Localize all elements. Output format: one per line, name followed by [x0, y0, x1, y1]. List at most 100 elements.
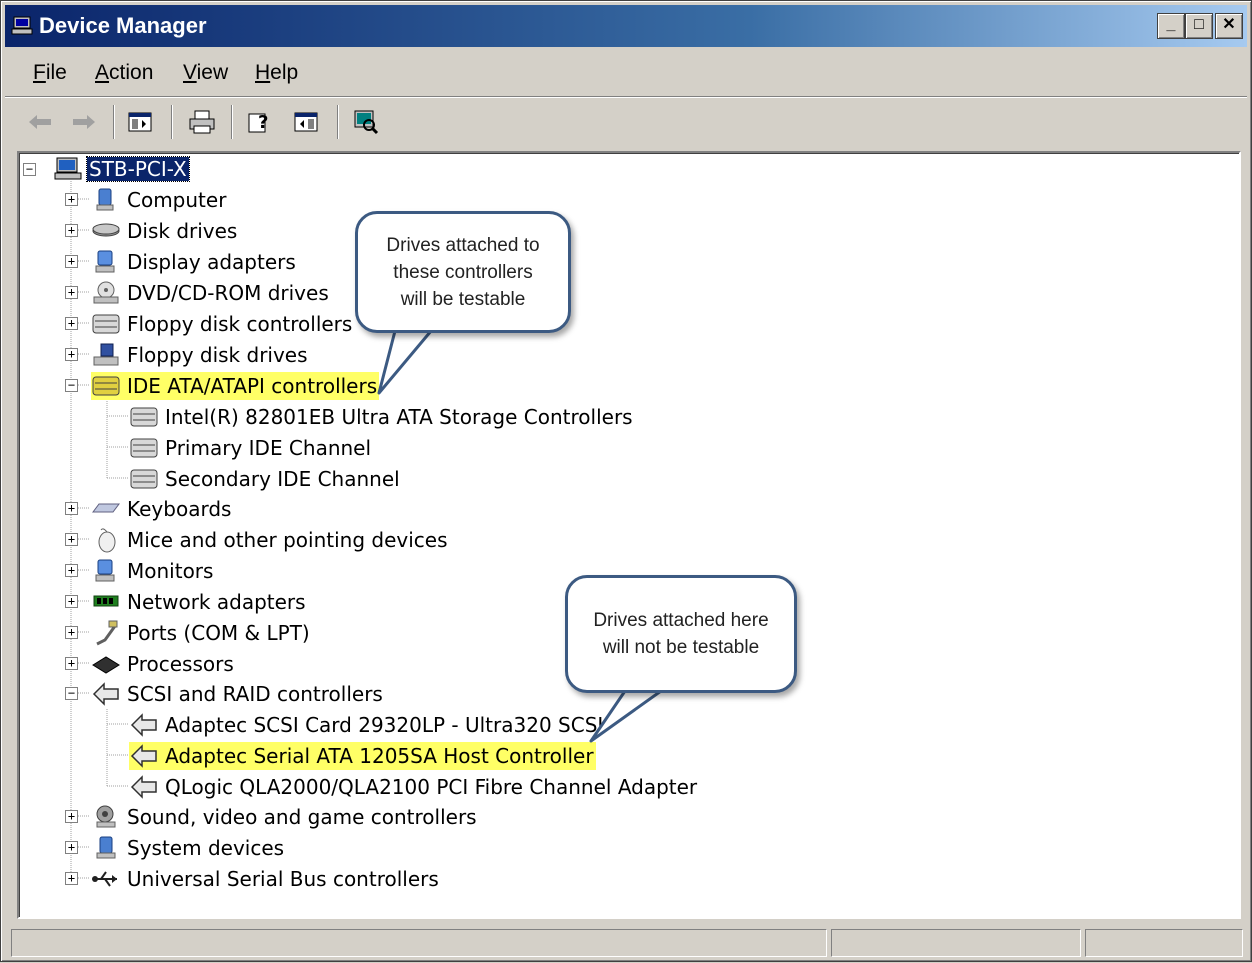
speaker-icon — [96, 805, 116, 828]
show-hide-tree-icon[interactable] — [125, 107, 155, 137]
scsi-icon — [92, 682, 119, 706]
tree-item-adaptec-serial-ata[interactable]: Adaptec Serial ATA 1205SA Host Controlle… — [129, 742, 596, 770]
scsi-icon — [130, 713, 157, 737]
close-button[interactable]: ✕ — [1215, 13, 1243, 39]
root-collapse-toggle[interactable]: − — [23, 163, 36, 176]
status-pane-main — [11, 929, 827, 957]
processor-icon — [92, 656, 120, 674]
tree-item-secondary-ide-channel[interactable]: Secondary IDE Channel — [129, 465, 402, 493]
status-bar — [5, 925, 1247, 959]
expand-toggle[interactable]: + — [65, 502, 78, 515]
tree-item-adaptec-scsi-card[interactable]: Adaptec SCSI Card 29320LP - Ultra320 SCS… — [129, 711, 605, 739]
expand-toggle[interactable]: + — [65, 286, 78, 299]
menu-view[interactable]: View — [183, 61, 228, 85]
keyboard-icon — [92, 503, 120, 513]
menu-bar: File Action View Help — [5, 53, 1247, 95]
tree-item-scsi-raid-controllers[interactable]: SCSI and RAID controllers — [91, 680, 385, 708]
callout-testable: Drives attached to these controllers wil… — [355, 211, 571, 333]
network-adapter-icon — [93, 595, 119, 607]
computer-icon — [54, 157, 82, 180]
expand-toggle[interactable]: + — [65, 810, 78, 823]
minimize-button[interactable]: _ — [1157, 13, 1185, 39]
controller-icon — [92, 376, 120, 396]
menu-action[interactable]: Action — [95, 61, 153, 85]
expand-toggle[interactable]: + — [65, 657, 78, 670]
toolbar-separator — [171, 105, 173, 139]
toolbar: ? — [5, 99, 1247, 145]
expand-toggle[interactable]: + — [65, 564, 78, 577]
expand-toggle[interactable]: + — [65, 255, 78, 268]
scsi-icon — [130, 775, 157, 799]
tree-item-keyboards[interactable]: Keyboards — [91, 495, 233, 523]
print-icon[interactable] — [187, 107, 217, 137]
svg-text:?: ? — [258, 112, 268, 133]
forward-arrow-icon[interactable] — [69, 107, 99, 137]
toolbar-separator — [231, 105, 233, 139]
mouse-icon — [98, 528, 116, 553]
tree-item-primary-ide-channel[interactable]: Primary IDE Channel — [129, 434, 373, 462]
tree-item-mice[interactable]: Mice and other pointing devices — [91, 526, 450, 554]
tree-item-sound-video-game[interactable]: Sound, video and game controllers — [91, 803, 479, 831]
expand-toggle[interactable]: + — [65, 317, 78, 330]
tree-item-monitors[interactable]: Monitors — [91, 557, 215, 585]
properties-icon[interactable] — [291, 107, 321, 137]
tree-item-floppy-disk-controllers[interactable]: Floppy disk controllers — [91, 310, 354, 338]
disk-drive-icon — [92, 223, 120, 237]
expand-toggle[interactable]: + — [65, 224, 78, 237]
menu-separator — [5, 96, 1247, 98]
controller-icon — [130, 407, 158, 427]
status-pane-right — [1085, 929, 1243, 957]
menu-file[interactable]: File — [33, 61, 67, 85]
title-bar[interactable]: Device Manager _ □ ✕ — [5, 5, 1247, 47]
window-title: Device Manager — [39, 13, 207, 38]
root-label: STB-PCI-X — [86, 156, 190, 182]
toolbar-separator — [113, 105, 115, 139]
scan-hardware-icon[interactable] — [351, 107, 381, 137]
tree-item-qlogic-adapter[interactable]: QLogic QLA2000/QLA2100 PCI Fibre Channel… — [129, 773, 699, 801]
tree-item-network-adapters[interactable]: Network adapters — [91, 588, 308, 616]
expand-toggle[interactable]: + — [65, 533, 78, 546]
dvd-drive-icon — [93, 281, 119, 304]
expand-toggle[interactable]: + — [65, 841, 78, 854]
monitor-icon — [95, 559, 115, 582]
tree-item-usb-controllers[interactable]: Universal Serial Bus controllers — [91, 865, 441, 893]
expand-toggle[interactable]: + — [65, 193, 78, 206]
usb-icon — [92, 871, 117, 887]
expand-toggle[interactable]: + — [65, 872, 78, 885]
controller-icon — [130, 469, 158, 489]
scsi-icon — [130, 744, 157, 768]
collapse-toggle[interactable]: − — [65, 379, 78, 392]
tree-item-ports[interactable]: Ports (COM & LPT) — [91, 619, 312, 647]
callout-not-testable: Drives attached here will not be testabl… — [565, 575, 797, 693]
controller-icon — [92, 314, 120, 334]
controller-icon — [130, 438, 158, 458]
device-manager-window: Device Manager _ □ ✕ File Action View He… — [0, 0, 1252, 962]
toolbar-separator — [337, 105, 339, 139]
tree-item-system-devices[interactable]: System devices — [91, 834, 286, 862]
tree-item-floppy-disk-drives[interactable]: Floppy disk drives — [91, 341, 310, 369]
tree-item-ide-ata-atapi-controllers[interactable]: IDE ATA/ATAPI controllers — [91, 372, 380, 400]
tree-item-disk-drives[interactable]: Disk drives — [91, 217, 239, 245]
computer-icon — [96, 188, 114, 211]
collapse-toggle[interactable]: − — [65, 687, 78, 700]
back-arrow-icon[interactable] — [25, 107, 55, 137]
tree-item-computer[interactable]: Computer — [91, 186, 228, 214]
floppy-drive-icon — [93, 343, 119, 366]
port-icon — [96, 620, 118, 646]
tree-root[interactable]: STB-PCI-X — [53, 155, 190, 183]
tree-item-display-adapters[interactable]: Display adapters — [91, 248, 298, 276]
tree-item-dvd-cdrom-drives[interactable]: DVD/CD-ROM drives — [91, 279, 331, 307]
system-device-icon — [96, 836, 116, 859]
device-tree[interactable]: − STB-PCI-X + Computer + Disk drives + D… — [17, 151, 1241, 919]
expand-toggle[interactable]: + — [65, 595, 78, 608]
help-icon[interactable]: ? — [245, 107, 275, 137]
maximize-button[interactable]: □ — [1185, 13, 1213, 39]
display-adapter-icon — [95, 250, 115, 273]
expand-toggle[interactable]: + — [65, 626, 78, 639]
expand-toggle[interactable]: + — [65, 348, 78, 361]
menu-help[interactable]: Help — [255, 61, 298, 85]
computer-icon — [11, 16, 33, 35]
status-pane-middle — [831, 929, 1081, 957]
tree-item-processors[interactable]: Processors — [91, 650, 236, 678]
tree-item-intel-ultra-ata-controller[interactable]: Intel(R) 82801EB Ultra ATA Storage Contr… — [129, 403, 635, 431]
